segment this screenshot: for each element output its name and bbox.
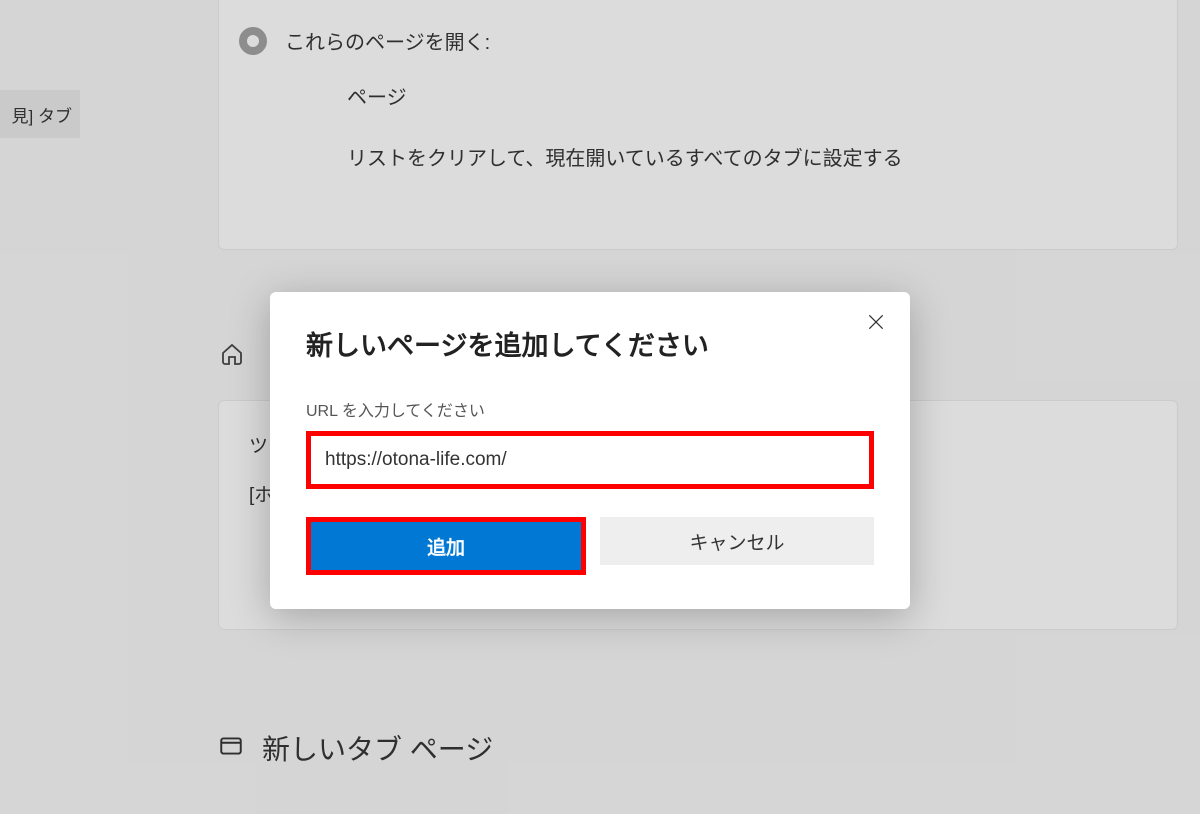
add-button-highlight: 追加 [306,517,586,575]
url-input-label: URL を入力してください [306,397,874,421]
cancel-button[interactable]: キャンセル [600,517,874,565]
dialog-buttons: 追加 キャンセル [306,517,874,575]
url-input-highlight [306,431,874,489]
add-button[interactable]: 追加 [311,522,581,570]
close-button[interactable] [864,312,888,336]
url-input[interactable] [311,436,869,484]
close-icon [866,312,886,337]
dialog-title: 新しいページを追加してください [306,324,874,363]
add-page-dialog: 新しいページを追加してください URL を入力してください 追加 キャンセル [270,292,910,609]
